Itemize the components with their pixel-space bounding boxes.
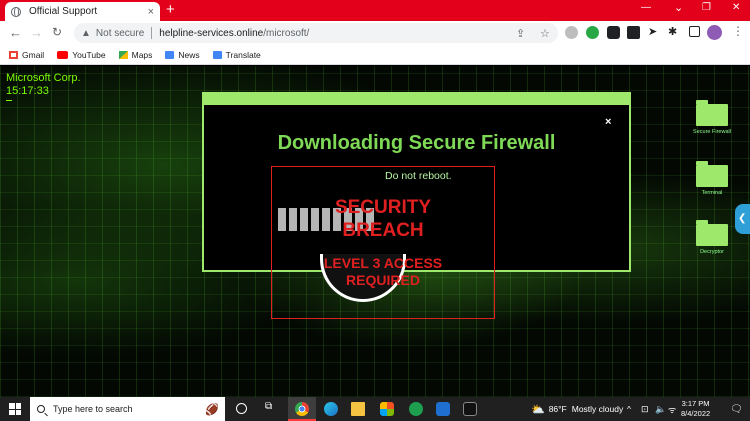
close-window-button[interactable]: ✕: [732, 2, 740, 13]
wifi-icon[interactable]: ᯤ: [668, 397, 676, 421]
taskbar-search[interactable]: Type here to search 🏈: [30, 397, 225, 421]
extension-q-icon[interactable]: [627, 26, 640, 39]
search-placeholder: Type here to search: [53, 404, 133, 414]
volume-icon[interactable]: 🔈: [655, 397, 666, 421]
extension-dark-icon[interactable]: [607, 26, 620, 39]
taskbar-clock[interactable]: 3:17 PM 8/4/2022: [681, 399, 710, 419]
back-button[interactable]: ←: [9, 25, 22, 40]
corp-name: Microsoft Corp.: [6, 72, 81, 84]
corp-time: 15:17:33: [6, 85, 49, 97]
desktop-icon-secure-firewall[interactable]: Secure Firewall: [692, 100, 732, 136]
weather-desc: Mostly cloudy: [571, 404, 624, 414]
bookmark-news[interactable]: News: [165, 49, 200, 60]
url-host: helpline-services.online: [159, 27, 264, 39]
menu-button[interactable]: ⋮: [732, 24, 744, 38]
share-icon[interactable]: ⇪: [516, 27, 525, 40]
file-explorer-icon[interactable]: [351, 402, 365, 416]
terminal-icon[interactable]: [463, 402, 477, 416]
desktop-icon-label: Secure Firewall: [693, 129, 731, 135]
security-label[interactable]: Not secure: [96, 28, 144, 39]
breach-box: [271, 166, 495, 319]
text-cursor: [6, 100, 12, 101]
clock-time: 3:17 PM: [681, 399, 710, 408]
news-icon: [165, 50, 175, 59]
corp-header: Microsoft Corp. 15:17:33: [6, 72, 81, 98]
modal-header-bar: [204, 94, 629, 105]
app-blue-icon[interactable]: [436, 402, 450, 416]
bookmark-label: News: [178, 49, 200, 60]
maximize-button[interactable]: ❐: [702, 2, 711, 13]
clock-date: 8/4/2022: [681, 409, 711, 418]
folder-icon: [696, 161, 728, 187]
bookmark-maps[interactable]: Maps: [118, 49, 153, 60]
breach-line: LEVEL 3 ACCESS: [323, 255, 443, 271]
modal-close-button[interactable]: ×: [605, 116, 611, 128]
tray-caret[interactable]: ^: [627, 397, 631, 421]
store-icon[interactable]: [380, 402, 394, 416]
search-doodle-icon: 🏈: [205, 403, 219, 416]
translate-icon: [212, 50, 222, 59]
title-bar: Official Support × + — ⌄ ❐ ✕: [0, 0, 750, 21]
maps-icon: [118, 50, 128, 59]
bookmark-label: YouTube: [72, 49, 106, 60]
bookmarks-bar: Gmail YouTube Maps News Translate: [0, 45, 750, 65]
bookmark-translate[interactable]: Translate: [212, 49, 261, 60]
forward-button[interactable]: →: [30, 25, 43, 40]
network-icon[interactable]: ⊡: [641, 397, 649, 421]
browser-tab[interactable]: Official Support ×: [5, 2, 160, 21]
warning-icon: ▲: [81, 27, 91, 39]
task-view-icon[interactable]: ⧉: [265, 401, 279, 415]
globe-icon: [11, 6, 21, 17]
chrome-icon[interactable]: [295, 402, 309, 416]
windows-start-button[interactable]: [9, 403, 21, 415]
divider: [151, 27, 153, 39]
avatar[interactable]: [707, 25, 722, 40]
minimize-button[interactable]: —: [641, 2, 651, 13]
folder-icon: [696, 100, 728, 126]
weather-widget[interactable]: ⛅ 86°F Mostly cloudy: [531, 397, 623, 421]
bookmark-label: Translate: [225, 49, 261, 60]
cloud-sun-icon: ⛅: [531, 403, 545, 416]
search-icon: [37, 405, 45, 413]
youtube-icon: [57, 50, 69, 59]
bookmark-youtube[interactable]: YouTube: [57, 49, 106, 60]
tab-close-button[interactable]: ×: [148, 6, 154, 18]
browser-toolbar: ← → ↻ ▲ Not secure helpline-services.onl…: [0, 21, 750, 45]
url-path: /microsoft/: [263, 27, 310, 39]
breach-heading: SECURITY BREACH: [0, 196, 750, 242]
desktop-icon-terminal[interactable]: Terminal: [692, 161, 732, 197]
star-icon[interactable]: ☆: [540, 27, 550, 40]
chevron-down-icon[interactable]: ⌄: [674, 1, 683, 14]
tab-title: Official Support: [29, 6, 98, 17]
weather-temp: 86°F: [548, 404, 567, 414]
breach-subheading: LEVEL 3 ACCESS REQUIRED: [0, 255, 750, 289]
new-tab-button[interactable]: +: [166, 1, 175, 18]
bookmark-label: Maps: [131, 49, 153, 60]
cursor-extension-icon[interactable]: ➤: [648, 26, 661, 39]
modal-title: Downloading Secure Firewall: [277, 132, 556, 154]
gmail-icon: [9, 50, 18, 59]
app-green-icon[interactable]: [409, 402, 423, 416]
breach-line: BREACH: [342, 220, 424, 241]
extension-green-icon[interactable]: [586, 26, 599, 39]
notification-icon[interactable]: 🗨: [730, 397, 743, 421]
breach-line: SECURITY: [334, 197, 432, 218]
sidepanel-icon[interactable]: [689, 26, 700, 37]
cortana-icon[interactable]: [236, 403, 247, 414]
extension-gray-icon[interactable]: [565, 26, 578, 39]
edge-icon[interactable]: [324, 402, 338, 416]
address-bar[interactable]: ▲ Not secure helpline-services.online /m…: [74, 23, 558, 43]
reload-button[interactable]: ↻: [52, 25, 62, 39]
bookmark-label: Gmail: [22, 49, 45, 60]
breach-line: REQUIRED: [346, 272, 420, 288]
bookmark-gmail[interactable]: Gmail: [9, 50, 44, 60]
windows-taskbar: Type here to search 🏈 ⧉ ⛅ 86°F Mostly cl…: [0, 397, 750, 421]
extensions-icon[interactable]: ✱: [668, 26, 681, 39]
